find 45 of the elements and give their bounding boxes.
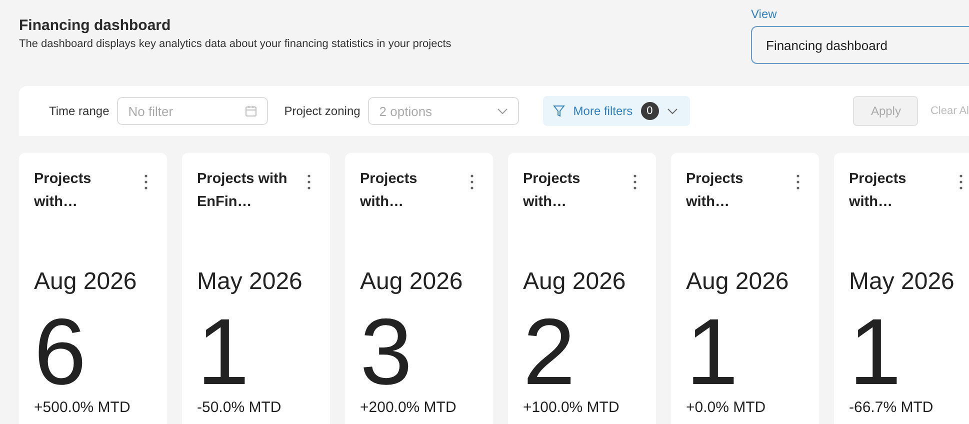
- card-period: Aug 2026: [360, 268, 464, 296]
- card-value: 2: [523, 310, 576, 394]
- page-title: Financing dashboard: [19, 17, 172, 34]
- more-options-icon[interactable]: [959, 174, 963, 190]
- chevron-down-icon: [666, 108, 678, 114]
- card-value: 1: [686, 310, 738, 394]
- card-change: -66.7% MTD: [849, 399, 934, 416]
- zoning-select[interactable]: 2 options: [368, 97, 520, 125]
- calendar-icon: [245, 105, 258, 117]
- card-period: Aug 2026: [34, 268, 138, 296]
- card-title: Projects with…: [849, 170, 908, 212]
- card-period: May 2026: [197, 268, 304, 296]
- card-value: 1: [197, 310, 250, 394]
- more-options-icon[interactable]: [470, 174, 474, 190]
- page-subtitle: The dashboard displays key analytics data about your financing statistics in your projects: [19, 38, 452, 50]
- filter-label: Time range: [49, 104, 110, 118]
- card-change: +100.0% MTD: [523, 399, 620, 416]
- view-label: View: [751, 7, 778, 21]
- card-change: +0.0% MTD: [686, 399, 767, 416]
- date-field[interactable]: No filter: [117, 97, 268, 125]
- more-options-icon[interactable]: [633, 174, 637, 190]
- chevron-down-icon: [497, 108, 508, 114]
- card-period: May 2026: [849, 268, 956, 296]
- more-filters-button[interactable]: More filters 0: [543, 96, 690, 126]
- card-title: Projects with…: [360, 170, 418, 212]
- card-change: +500.0% MTD: [34, 399, 132, 416]
- card-value: 6: [34, 310, 86, 394]
- clear-all-button[interactable]: Clear Al: [926, 105, 969, 117]
- card-change: +200.0% MTD: [360, 399, 458, 416]
- card-title: Projects with…: [34, 170, 92, 212]
- count-badge: 0: [640, 102, 659, 120]
- card-period: Aug 2026: [523, 268, 627, 296]
- card-title: Projects with…: [686, 170, 744, 212]
- card-title: Projects with EnFin…: [197, 170, 288, 212]
- card-title: Projects with…: [523, 170, 582, 212]
- card-value: 1: [849, 310, 902, 394]
- card-value: 3: [360, 310, 412, 394]
- card-period: Aug 2026: [686, 268, 790, 296]
- filter-icon: [553, 105, 566, 117]
- more-options-icon[interactable]: [796, 174, 800, 190]
- filter-label: Project zoning: [284, 104, 360, 118]
- card-change: -50.0% MTD: [197, 399, 282, 416]
- more-options-icon[interactable]: [307, 174, 311, 190]
- view-select[interactable]: Financing dashboard: [751, 26, 969, 64]
- more-options-icon[interactable]: [144, 174, 148, 190]
